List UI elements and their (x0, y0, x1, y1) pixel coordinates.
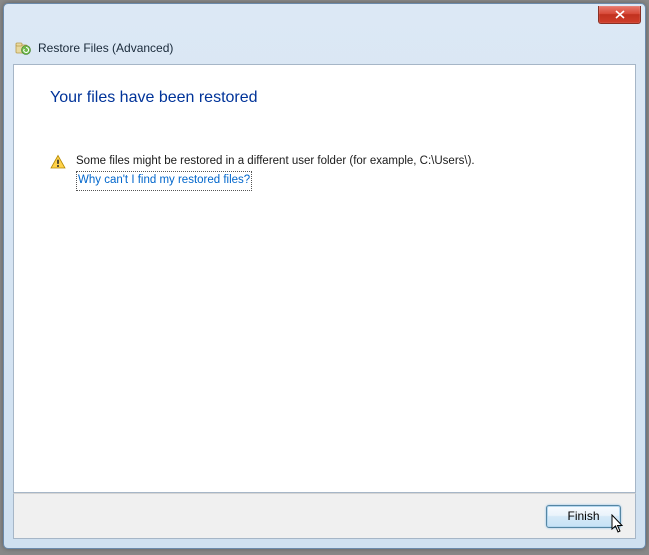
footer-panel: Finish (13, 493, 636, 539)
warning-icon (50, 154, 66, 170)
warning-message: Some files might be restored in a differ… (76, 155, 475, 167)
finish-button[interactable]: Finish (546, 505, 621, 528)
window-title: Restore Files (Advanced) (38, 41, 173, 55)
window-header: Restore Files (Advanced) (4, 32, 645, 64)
warning-text-block: Some files might be restored in a differ… (76, 153, 475, 191)
close-button[interactable] (598, 6, 641, 24)
restore-icon (14, 39, 32, 57)
wizard-window: Restore Files (Advanced) Your files have… (3, 3, 646, 549)
help-link[interactable]: Why can't I find my restored files? (76, 171, 252, 190)
page-heading: Your files have been restored (50, 89, 599, 107)
titlebar (4, 4, 645, 32)
warning-row: Some files might be restored in a differ… (50, 153, 599, 191)
content-panel: Your files have been restored Some files… (13, 64, 636, 493)
close-icon (615, 10, 625, 19)
